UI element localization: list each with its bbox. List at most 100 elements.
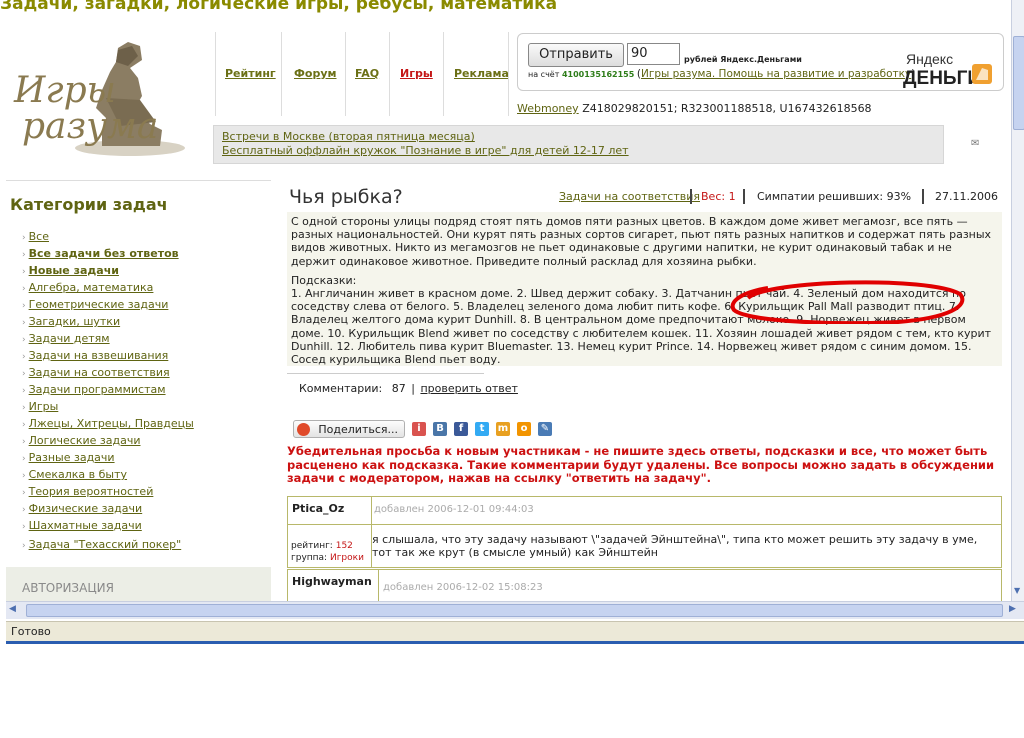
scroll-down-icon[interactable]: ▼ <box>1014 586 1020 595</box>
liveinternet-share-icon[interactable]: i <box>412 422 426 436</box>
category-link[interactable]: Задача "Техасский покер" <box>29 538 182 551</box>
twitter-share-icon[interactable]: t <box>475 422 489 436</box>
puzzle-category-link[interactable]: Задачи на соответствия <box>559 190 700 203</box>
category-link[interactable]: Задачи на соответствия <box>29 366 170 379</box>
status-text: Готово <box>11 625 51 638</box>
comments-label: Комментарии: <box>299 382 383 395</box>
auth-header: АВТОРИЗАЦИЯ <box>22 581 114 595</box>
category-item-matching[interactable]: › Задачи на соответствия <box>22 364 194 381</box>
category-link[interactable]: Физические задачи <box>29 502 143 515</box>
arrow-icon: › <box>22 352 26 362</box>
scroll-left-icon[interactable]: ◀ <box>9 604 16 614</box>
comment-author[interactable]: Ptica_Oz <box>292 502 344 515</box>
new-users-warning: Убедительная просьба к новым участникам … <box>287 444 995 485</box>
nav-separator <box>508 32 509 116</box>
category-item-liars[interactable]: › Лжецы, Хитрецы, Правдецы <box>22 415 194 432</box>
announcement-banner: Встречи в Москве (вторая пятница месяца)… <box>213 125 944 164</box>
meta-separator <box>922 189 924 204</box>
category-link[interactable]: Шахматные задачи <box>29 519 142 532</box>
category-link[interactable]: Разные задачи <box>29 451 115 464</box>
red-annotation-circle <box>730 280 965 324</box>
comment-date: добавлен 2006-12-01 09:44:03 <box>374 504 534 515</box>
category-link[interactable]: Логические задачи <box>29 434 141 447</box>
vkontakte-share-icon[interactable]: В <box>433 422 447 436</box>
category-item-misc[interactable]: › Разные задачи <box>22 449 194 466</box>
account-number: 4100135162155 <box>561 70 635 79</box>
category-link[interactable]: Задачи детям <box>29 332 110 345</box>
arrow-icon: › <box>22 541 26 551</box>
yandex-logo-line2: ДЕНЬГИ <box>903 68 981 88</box>
category-item-chess[interactable]: › Шахматные задачи <box>22 517 194 534</box>
send-button[interactable]: Отправить <box>528 43 624 67</box>
comments-table: Ptica_Oz добавлен 2006-12-01 09:44:03 ре… <box>287 496 1002 601</box>
yandex-money-logo[interactable]: Яндекс ДЕНЬГИ <box>902 50 996 88</box>
category-link[interactable]: Игры <box>29 400 59 413</box>
arrow-icon: › <box>22 369 26 379</box>
purpose-link[interactable]: Игры разума. Помощь на развитие и разраб… <box>641 68 911 80</box>
scrollbar-thumb[interactable] <box>1013 36 1024 130</box>
category-item-games[interactable]: › Игры <box>22 398 194 415</box>
category-link[interactable]: Теория вероятностей <box>29 485 154 498</box>
category-item-new[interactable]: › Новые задачи <box>22 262 194 279</box>
nav-games[interactable]: Игры <box>400 67 433 80</box>
category-link[interactable]: Загадки, шутки <box>29 315 120 328</box>
horizontal-scrollbar[interactable]: ◀ ▶ <box>6 601 1024 619</box>
puzzle-title: Чья рыбка? <box>289 186 403 208</box>
comment-author[interactable]: Highwayman <box>292 575 372 588</box>
category-link[interactable]: Задачи программистам <box>29 383 166 396</box>
nav-separator <box>215 32 216 116</box>
nav-advertising[interactable]: Реклама <box>454 67 509 80</box>
category-item-everyday[interactable]: › Смекалка в быту <box>22 466 194 483</box>
taskbar-edge <box>6 641 1024 644</box>
category-link[interactable]: Алгебра, математика <box>29 281 154 294</box>
category-item-riddles[interactable]: › Загадки, шутки <box>22 313 194 330</box>
facebook-share-icon[interactable]: f <box>454 422 468 436</box>
livejournal-share-icon[interactable]: ✎ <box>538 422 552 436</box>
category-link[interactable]: Лжецы, Хитрецы, Правдецы <box>29 417 194 430</box>
browser-status-bar: Готово <box>6 621 1024 642</box>
category-link[interactable]: Задачи на взвешивания <box>29 349 169 362</box>
nav-faq[interactable]: FAQ <box>355 67 379 80</box>
currency-label: рублей Яндекс.Деньгами <box>684 55 802 64</box>
banner-link-free-club[interactable]: Бесплатный оффлайн кружок "Познание в иг… <box>222 144 943 158</box>
category-item-all[interactable]: › Все <box>22 228 194 245</box>
category-item-probability[interactable]: › Теория вероятностей <box>22 483 194 500</box>
category-link[interactable]: Все <box>29 230 49 243</box>
category-link[interactable]: Геометрические задачи <box>29 298 169 311</box>
arrow-icon: › <box>22 522 26 532</box>
category-item-weighing[interactable]: › Задачи на взвешивания <box>22 347 194 364</box>
rating-value: 152 <box>335 541 353 551</box>
category-link[interactable]: Смекалка в быту <box>29 468 127 481</box>
category-item-poker[interactable]: › Задача "Техасский покер" <box>22 536 194 553</box>
arrow-icon: › <box>22 471 26 481</box>
envelope-icon[interactable]: ✉ <box>971 138 979 149</box>
scroll-right-icon[interactable]: ▶ <box>1009 604 1016 614</box>
category-item-logic[interactable]: › Логические задачи <box>22 432 194 449</box>
category-item-geometry[interactable]: › Геометрические задачи <box>22 296 194 313</box>
nav-separator <box>443 32 444 116</box>
mail-ru-share-icon[interactable]: m <box>496 422 510 436</box>
category-list: › Все › Все задачи без ответов › Новые зада… <box>22 228 194 553</box>
category-item-unanswered[interactable]: › Все задачи без ответов <box>22 245 194 262</box>
category-item-kids[interactable]: › Задачи детям <box>22 330 194 347</box>
amount-input[interactable]: 90 <box>627 43 680 65</box>
banner-link-moscow-meetings[interactable]: Встречи в Москве (вторая пятница месяца) <box>222 130 943 144</box>
vertical-scrollbar[interactable]: ▼ <box>1011 0 1024 601</box>
webmoney-link[interactable]: Webmoney <box>517 102 579 115</box>
nav-rating[interactable]: Рейтинг <box>225 67 276 80</box>
category-link[interactable]: Новые задачи <box>29 264 119 277</box>
category-item-algebra[interactable]: › Алгебра, математика <box>22 279 194 296</box>
category-item-programmers[interactable]: › Задачи программистам <box>22 381 194 398</box>
check-answer-link[interactable]: проверить ответ <box>420 382 517 395</box>
scrollbar-thumb[interactable] <box>26 604 1003 617</box>
nav-separator <box>281 32 282 116</box>
category-item-physics[interactable]: › Физические задачи <box>22 500 194 517</box>
arrow-icon: › <box>22 233 26 243</box>
auth-panel: АВТОРИЗАЦИЯ <box>6 567 271 601</box>
comment-text: я слышала, что эту задачу называют \"зад… <box>372 533 978 559</box>
comments-divider <box>287 373 484 374</box>
nav-forum[interactable]: Форум <box>294 67 337 80</box>
arrow-icon: › <box>22 420 26 430</box>
odnoklassniki-share-icon[interactable]: o <box>517 422 531 436</box>
category-link[interactable]: Все задачи без ответов <box>29 247 179 260</box>
